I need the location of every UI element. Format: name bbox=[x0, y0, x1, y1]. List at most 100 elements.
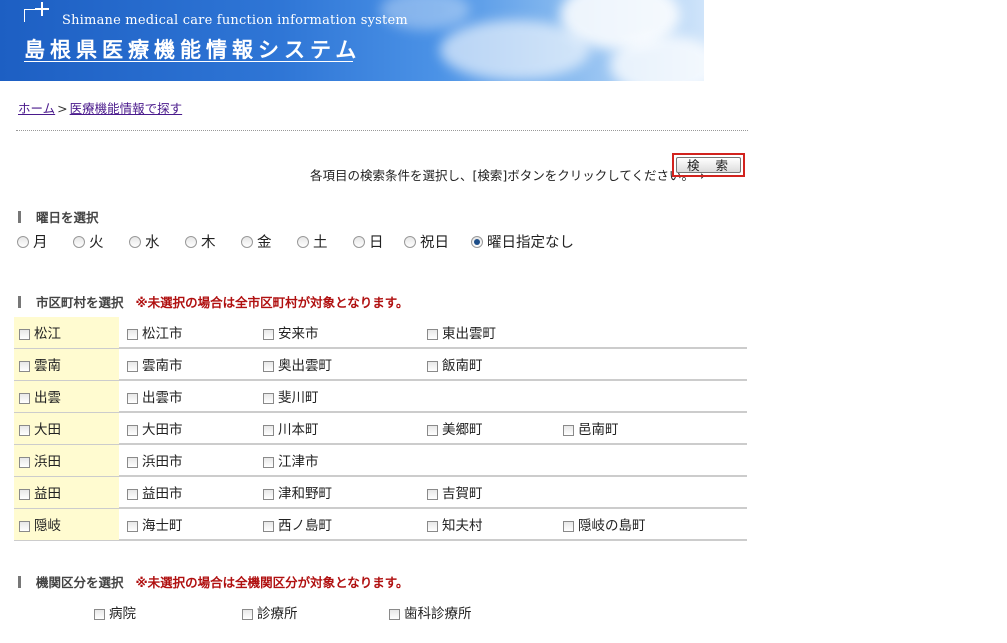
checkbox[interactable] bbox=[127, 521, 138, 532]
city-checkbox[interactable]: 浜田市 bbox=[127, 450, 183, 470]
checkbox[interactable] bbox=[563, 425, 574, 436]
weekday-option-sun[interactable]: 日 bbox=[353, 231, 384, 252]
radio-button[interactable] bbox=[297, 236, 309, 248]
breadcrumb-current-link[interactable]: 医療機能情報で探す bbox=[70, 101, 183, 116]
checkbox[interactable] bbox=[263, 393, 274, 404]
city-checkbox[interactable]: 川本町 bbox=[263, 418, 319, 438]
checkbox[interactable] bbox=[427, 521, 438, 532]
checkbox[interactable] bbox=[127, 393, 138, 404]
city-checkbox[interactable]: 安来市 bbox=[263, 322, 319, 342]
weekday-option-holiday[interactable]: 祝日 bbox=[404, 231, 449, 252]
city-checkbox[interactable]: 知夫村 bbox=[427, 514, 483, 534]
checkbox[interactable] bbox=[263, 457, 274, 468]
region-checkbox-hamada[interactable]: 浜田 bbox=[19, 450, 61, 470]
checkbox[interactable] bbox=[127, 329, 138, 340]
city-checkbox[interactable]: 出雲市 bbox=[127, 386, 183, 406]
region-label: 雲南 bbox=[34, 358, 61, 374]
institution-checkbox-dental[interactable]: 歯科診療所 bbox=[389, 602, 472, 622]
area-table: 松江 松江市 安来市 東出雲町 雲南 雲南市 奥出雲町 飯南町 出雲 出雲市 斐… bbox=[14, 317, 747, 541]
weekday-label: 祝日 bbox=[420, 235, 449, 251]
radio-button[interactable] bbox=[185, 236, 197, 248]
checkbox[interactable] bbox=[127, 361, 138, 372]
checkbox[interactable] bbox=[127, 457, 138, 468]
area-row-unnan: 雲南 雲南市 奥出雲町 飯南町 bbox=[14, 349, 747, 381]
city-checkbox[interactable]: 邑南町 bbox=[563, 418, 619, 438]
area-title-text: 市区町村を選択 bbox=[36, 295, 124, 310]
city-checkbox[interactable]: 松江市 bbox=[127, 322, 183, 342]
radio-button[interactable] bbox=[241, 236, 253, 248]
checkbox[interactable] bbox=[263, 361, 274, 372]
breadcrumb-home-link[interactable]: ホーム bbox=[18, 101, 55, 116]
city-checkbox[interactable]: 吉賀町 bbox=[427, 482, 483, 502]
weekday-option-thu[interactable]: 木 bbox=[185, 231, 216, 252]
checkbox[interactable] bbox=[389, 609, 400, 620]
cloud-decoration bbox=[440, 20, 590, 80]
region-label: 大田 bbox=[34, 422, 61, 438]
region-checkbox-unnan[interactable]: 雲南 bbox=[19, 354, 61, 374]
city-checkbox[interactable]: 東出雲町 bbox=[427, 322, 496, 342]
weekday-option-none[interactable]: 曜日指定なし bbox=[471, 231, 574, 252]
institution-checkbox-clinic[interactable]: 診療所 bbox=[242, 602, 298, 622]
checkbox[interactable] bbox=[427, 329, 438, 340]
radio-button[interactable] bbox=[129, 236, 141, 248]
city-checkbox[interactable]: 海士町 bbox=[127, 514, 183, 534]
region-checkbox-ohda[interactable]: 大田 bbox=[19, 418, 61, 438]
checkbox[interactable] bbox=[19, 521, 30, 532]
checkbox[interactable] bbox=[563, 521, 574, 532]
city-checkbox[interactable]: 斐川町 bbox=[263, 386, 319, 406]
section-bar-icon bbox=[18, 211, 21, 223]
city-checkbox[interactable]: 江津市 bbox=[263, 450, 319, 470]
logo-underline bbox=[24, 61, 353, 62]
radio-button[interactable] bbox=[404, 236, 416, 248]
region-checkbox-oki[interactable]: 隠岐 bbox=[19, 514, 61, 534]
radio-button[interactable] bbox=[17, 236, 29, 248]
weekday-option-mon[interactable]: 月 bbox=[17, 231, 48, 252]
region-label: 出雲 bbox=[34, 390, 61, 406]
checkbox[interactable] bbox=[19, 425, 30, 436]
weekday-option-sat[interactable]: 土 bbox=[297, 231, 328, 252]
weekday-option-tue[interactable]: 火 bbox=[73, 231, 104, 252]
region-checkbox-matsue[interactable]: 松江 bbox=[19, 322, 61, 342]
city-checkbox[interactable]: 奥出雲町 bbox=[263, 354, 332, 374]
weekday-option-fri[interactable]: 金 bbox=[241, 231, 272, 252]
checkbox[interactable] bbox=[263, 521, 274, 532]
institution-note: ※未選択の場合は全機関区分が対象となります。 bbox=[135, 575, 409, 590]
weekday-option-wed[interactable]: 水 bbox=[129, 231, 160, 252]
checkbox[interactable] bbox=[427, 361, 438, 372]
institution-checkbox-hospital[interactable]: 病院 bbox=[94, 602, 136, 622]
city-checkbox[interactable]: 津和野町 bbox=[263, 482, 332, 502]
checkbox[interactable] bbox=[127, 425, 138, 436]
section-bar-icon bbox=[18, 576, 21, 588]
radio-button-selected[interactable] bbox=[471, 236, 483, 248]
city-checkbox[interactable]: 飯南町 bbox=[427, 354, 483, 374]
checkbox[interactable] bbox=[263, 489, 274, 500]
checkbox[interactable] bbox=[19, 457, 30, 468]
checkbox[interactable] bbox=[263, 425, 274, 436]
checkbox[interactable] bbox=[19, 489, 30, 500]
breadcrumb-separator: > bbox=[57, 101, 68, 116]
checkbox[interactable] bbox=[427, 489, 438, 500]
city-checkbox[interactable]: 隠岐の島町 bbox=[563, 514, 646, 534]
city-checkbox[interactable]: 益田市 bbox=[127, 482, 183, 502]
radio-button[interactable] bbox=[73, 236, 85, 248]
region-checkbox-masuda[interactable]: 益田 bbox=[19, 482, 61, 502]
checkbox[interactable] bbox=[127, 489, 138, 500]
radio-button[interactable] bbox=[353, 236, 365, 248]
search-button[interactable]: 検 索 bbox=[676, 157, 741, 173]
checkbox[interactable] bbox=[427, 425, 438, 436]
breadcrumb: ホーム > 医療機能情報で探す bbox=[18, 98, 182, 117]
city-checkbox[interactable]: 雲南市 bbox=[127, 354, 183, 374]
city-checkbox[interactable]: 美郷町 bbox=[427, 418, 483, 438]
city-label: 奥出雲町 bbox=[278, 358, 332, 374]
checkbox[interactable] bbox=[94, 609, 105, 620]
checkbox[interactable] bbox=[242, 609, 253, 620]
city-checkbox[interactable]: 大田市 bbox=[127, 418, 183, 438]
checkbox[interactable] bbox=[19, 361, 30, 372]
checkbox[interactable] bbox=[263, 329, 274, 340]
city-checkbox[interactable]: 西ノ島町 bbox=[263, 514, 332, 534]
checkbox[interactable] bbox=[19, 329, 30, 340]
region-checkbox-izumo[interactable]: 出雲 bbox=[19, 386, 61, 406]
site-name-jp[interactable]: 島根県医療機能情報システム bbox=[24, 34, 361, 64]
institution-label: 診療所 bbox=[257, 606, 298, 622]
checkbox[interactable] bbox=[19, 393, 30, 404]
